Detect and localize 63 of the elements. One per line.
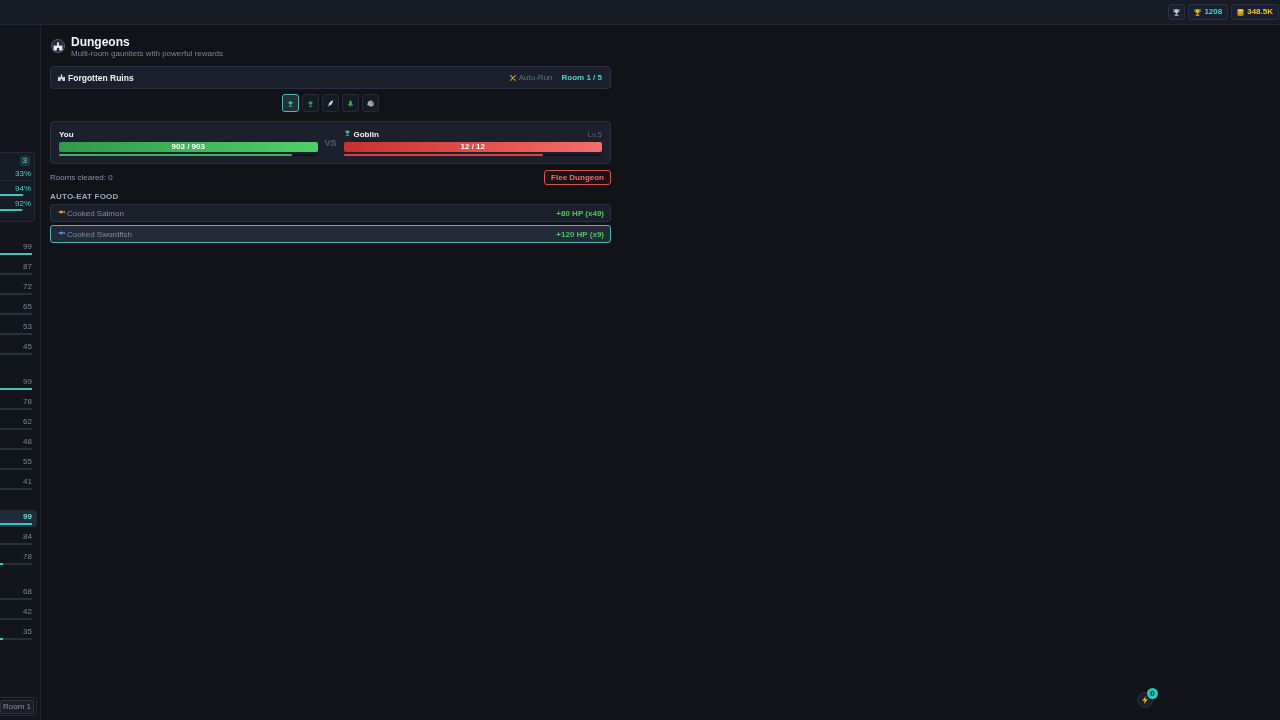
notification-count: 0 <box>1147 688 1158 699</box>
fighter-name: You <box>59 130 74 139</box>
skill-row[interactable]: 78 <box>0 395 37 412</box>
health-value: 12 / 12 <box>460 142 485 152</box>
auto-run-toggle[interactable]: Auto-Run <box>509 73 553 82</box>
skill-row[interactable]: 84 <box>0 530 37 547</box>
skill-row[interactable]: 65 <box>0 300 37 317</box>
level-label: Lv.5 <box>587 130 602 139</box>
tree-icon <box>347 99 354 107</box>
versus-label: VS <box>324 137 337 148</box>
skill-row[interactable]: 68 <box>0 585 37 602</box>
room-label: Room 1 <box>0 699 34 714</box>
rooms-cleared-text: Rooms cleared: 0 <box>50 173 113 182</box>
stat-value: 33% <box>15 169 31 178</box>
page-title: Dungeons <box>71 35 131 49</box>
stat-value: 94% <box>15 184 31 193</box>
food-row[interactable]: Cooked Swordfish +120 HP (x9) <box>50 225 611 243</box>
room-number: Room 1 / 5 <box>561 73 602 82</box>
skill-row[interactable]: 72 <box>0 280 37 297</box>
dungeon-name: Forgotten Ruins <box>68 72 134 83</box>
flee-button[interactable]: Flee Dungeon <box>544 170 611 185</box>
fish-icon <box>57 209 65 214</box>
skill-row[interactable]: 87 <box>0 260 37 277</box>
skill-row[interactable]: 62 <box>0 415 37 432</box>
skill-row[interactable]: 41 <box>0 475 37 492</box>
counter-value: 348.5K <box>1247 7 1273 17</box>
castle-icon <box>58 74 65 81</box>
food-effect: +80 HP (x49) <box>556 208 604 218</box>
coin-stack-icon <box>1237 8 1245 16</box>
skill-row[interactable]: 35 <box>0 625 37 642</box>
goblin-icon <box>343 129 351 136</box>
crossed-swords-icon <box>509 74 516 81</box>
feather-icon <box>327 99 334 107</box>
skill-row[interactable]: 53 <box>0 320 37 337</box>
counter-value: 1208 <box>1204 7 1223 17</box>
food-row[interactable]: Cooked Salmon +80 HP (x49) <box>50 204 611 222</box>
fighter-name: Goblin <box>353 130 379 139</box>
skill-row[interactable]: 99 <box>0 375 37 392</box>
health-value: 903 / 903 <box>171 142 205 152</box>
food-name: Cooked Swordfish <box>67 229 132 239</box>
fish-icon <box>57 230 65 235</box>
skill-row[interactable]: 48 <box>0 435 37 452</box>
food-effect: +120 HP (x9) <box>556 229 604 239</box>
food-name: Cooked Salmon <box>67 208 124 218</box>
trophy-button[interactable] <box>1168 4 1186 20</box>
skill-row[interactable]: 99 <box>0 510 37 527</box>
skill-row[interactable]: 55 <box>0 455 37 472</box>
skill-row[interactable]: 78 <box>0 550 37 567</box>
skill-row[interactable]: 42 <box>0 605 37 622</box>
floating-button[interactable] <box>1137 692 1153 708</box>
skill-row[interactable]: 45 <box>0 340 37 357</box>
trophy-icon <box>1194 8 1202 16</box>
skill-row[interactable]: 99 <box>0 240 37 257</box>
castle-icon <box>51 39 65 53</box>
page-subtitle: Multi-room gauntlets with powerful rewards <box>71 49 224 59</box>
lightning-icon <box>1142 696 1148 704</box>
section-heading: AUTO-EAT FOOD <box>50 192 120 201</box>
goblin-icon <box>287 99 294 107</box>
rock-icon <box>367 99 374 107</box>
count-badge: 3 <box>19 156 30 166</box>
trophy-icon <box>1173 8 1181 16</box>
stat-value: 92% <box>15 199 31 208</box>
goblin-icon <box>307 99 314 107</box>
